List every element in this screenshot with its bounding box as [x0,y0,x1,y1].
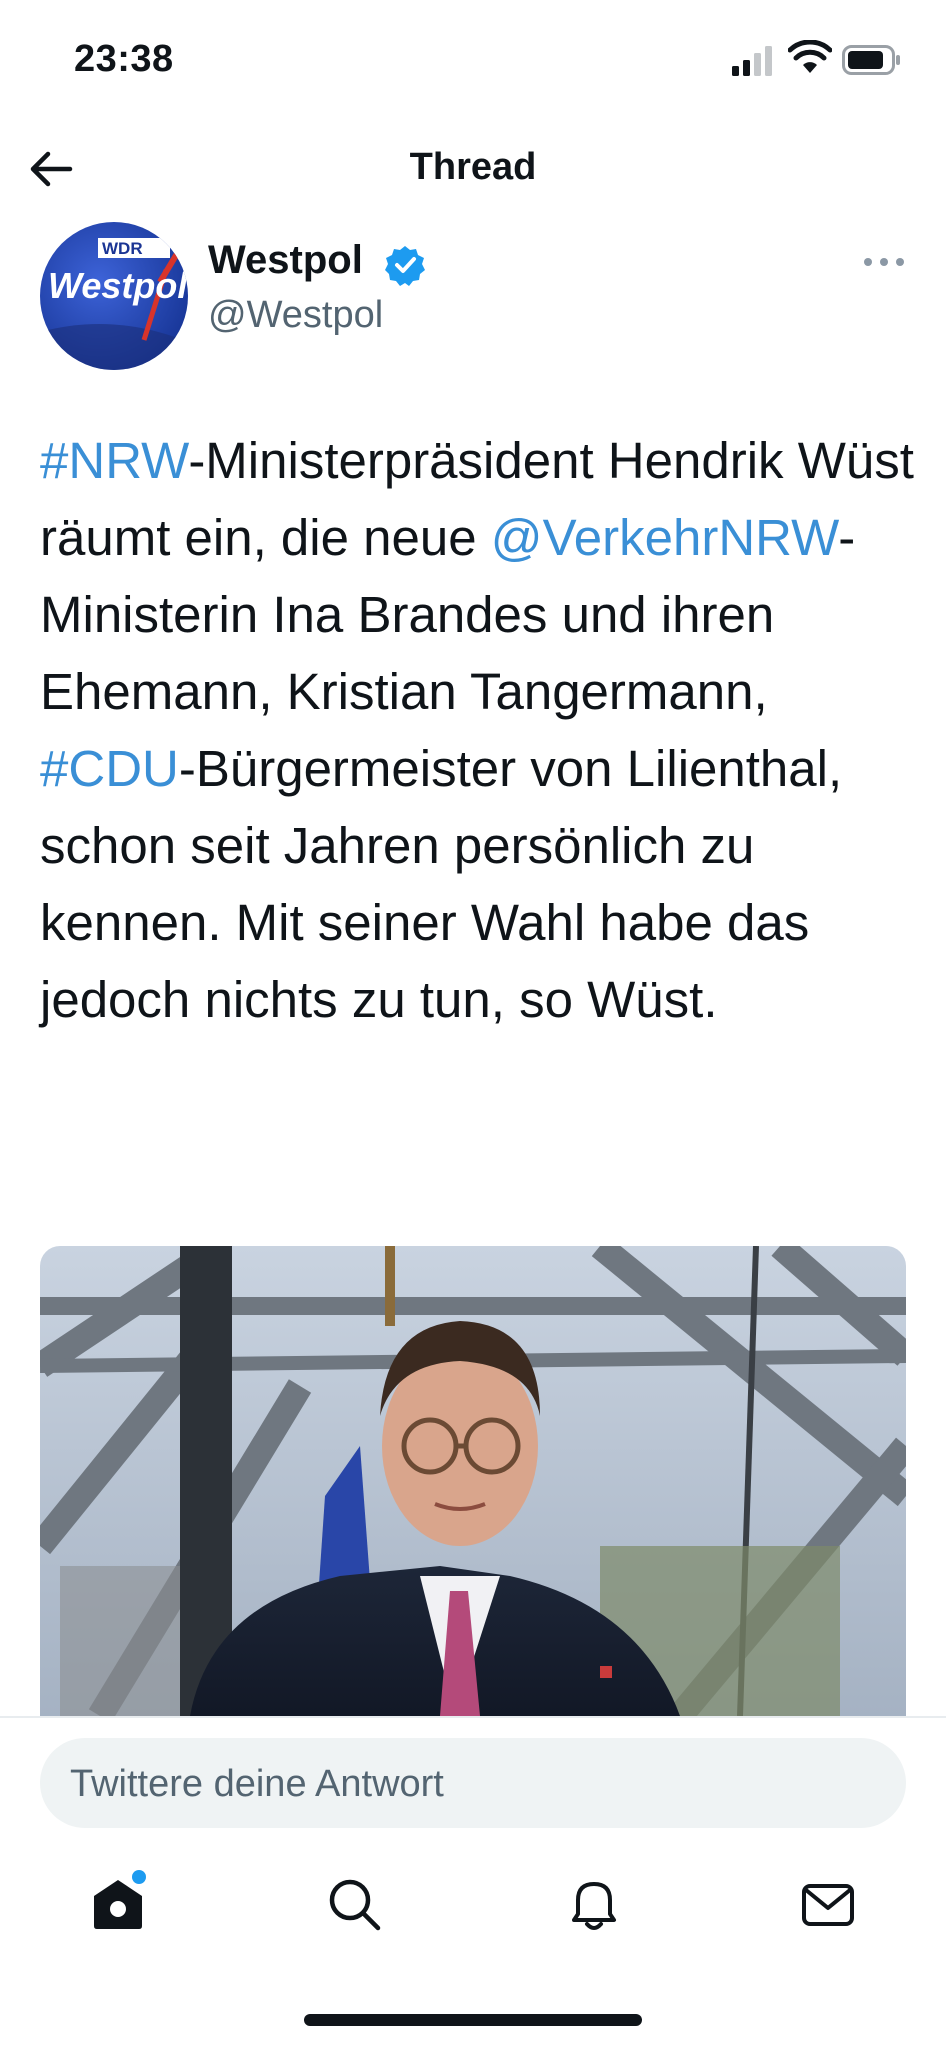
tweet-media-image[interactable] [40,1246,906,1716]
hashtag-link[interactable]: #NRW [40,432,188,489]
home-indicator [304,2014,642,2026]
battery-icon [842,45,900,75]
svg-text:WDR: WDR [102,239,143,258]
svg-text:Westpol: Westpol [48,265,188,306]
status-time: 23:38 [74,38,174,80]
westpol-logo-icon: WDR Westpol [40,222,188,370]
video-frame-image [40,1246,906,1716]
author-name[interactable]: Westpol [208,238,363,283]
home-notification-dot [132,1870,146,1884]
search-icon[interactable] [326,1876,382,1932]
reply-box[interactable] [40,1738,906,1830]
more-dots-icon[interactable] [862,254,906,270]
messages-mail-icon[interactable] [800,1876,856,1932]
avatar[interactable]: WDR Westpol [40,222,188,370]
reply-input[interactable] [68,1738,872,1830]
page-title: Thread [409,146,537,188]
divider [0,1716,946,1718]
author-handle[interactable]: @Westpol [208,294,383,337]
verified-badge-icon [385,246,425,286]
thread-header: Thread [0,120,946,220]
status-bar: 23:38 [0,0,946,120]
wifi-icon [788,40,832,73]
home-icon[interactable] [90,1876,146,1932]
mention-link[interactable]: @VerkehrNRW [491,509,839,566]
cellular-signal-icon [732,46,772,76]
tweet-text: #NRW-Ministerpräsident Hendrik Wüst räum… [40,422,920,1038]
hashtag-link[interactable]: #CDU [40,740,179,797]
notifications-bell-icon[interactable] [566,1876,622,1932]
